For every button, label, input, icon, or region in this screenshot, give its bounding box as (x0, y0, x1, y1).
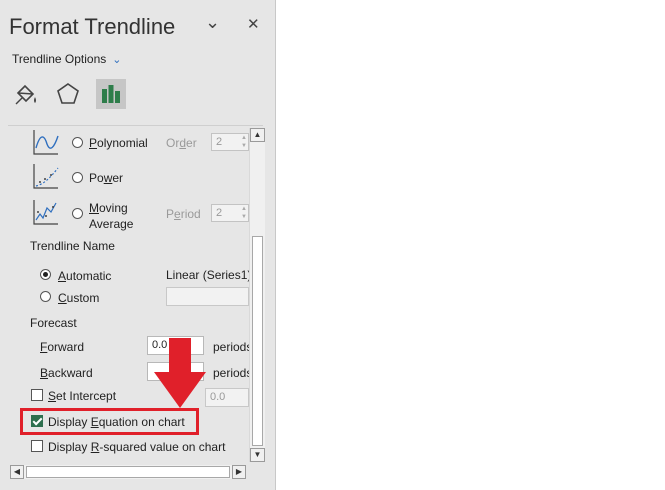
tab-trendline-options-selected[interactable] (96, 79, 126, 109)
radio-moving-average[interactable] (72, 208, 83, 219)
scroll-down-arrow[interactable]: ▼ (250, 448, 265, 462)
scroll-left-arrow[interactable]: ◀ (10, 465, 24, 479)
order-spinner[interactable]: 2 ▲ ▼ (211, 133, 249, 151)
automatic-name-value: Linear (Series1) (166, 268, 252, 282)
custom-label: Custom (58, 291, 100, 305)
backward-unit: periods (213, 366, 253, 380)
moving-average-label: Moving Average (89, 201, 134, 231)
intercept-input[interactable]: 0.0 (205, 388, 249, 407)
polynomial-label: Polynomial (89, 136, 148, 150)
forecast-heading: Forecast (30, 316, 77, 330)
moving-average-trend-icon (33, 200, 58, 225)
bar-chart-icon (102, 85, 120, 103)
period-spinner[interactable]: 2 ▲ ▼ (211, 204, 249, 222)
scroll-right-arrow[interactable]: ▶ (232, 465, 246, 479)
power-trend-icon (33, 164, 59, 189)
panel-title: Format Trendline (9, 14, 176, 39)
horizontal-scrollbar[interactable]: ◀ ▶ (10, 465, 246, 479)
chevron-down-icon: ⌄ (112, 54, 122, 66)
polynomial-trend-icon (33, 130, 59, 155)
automatic-label: Automatic (58, 269, 112, 283)
power-label: Power (89, 171, 124, 185)
display-r-squared-label: Display R-squared value on chart (48, 440, 226, 454)
set-intercept-checkbox[interactable] (31, 389, 43, 401)
set-intercept-label: Set Intercept (48, 389, 117, 403)
display-r-squared-checkbox[interactable] (31, 440, 43, 452)
trendline-options-label: Trendline Options (12, 52, 107, 66)
hscroll-thumb[interactable] (26, 466, 230, 478)
radio-power[interactable] (72, 172, 83, 183)
trendline-name-heading: Trendline Name (30, 239, 115, 253)
radio-polynomial[interactable] (72, 137, 83, 148)
radio-custom[interactable] (40, 291, 51, 302)
highlight-box (20, 408, 199, 435)
vertical-scrollbar[interactable]: ▲ ▼ (249, 128, 265, 462)
scroll-thumb[interactable] (252, 236, 263, 446)
backward-label: Backward (40, 366, 93, 380)
effects-pentagon-icon[interactable] (54, 80, 82, 108)
order-label: Order (166, 136, 197, 150)
forward-label: Forward (40, 340, 85, 354)
collapse-button[interactable]: ⌄ (205, 12, 220, 33)
format-trendline-panel: Format Trendline ⌄ ✕ Trendline Options ⌄ … (0, 0, 276, 490)
radio-automatic[interactable] (40, 269, 51, 280)
trendline-options-dropdown[interactable]: Trendline Options ⌄ (12, 52, 122, 66)
fill-line-icon[interactable] (12, 80, 40, 108)
period-label: Period (166, 207, 201, 221)
red-arrow-annotation (154, 338, 206, 408)
custom-name-input[interactable] (166, 287, 249, 306)
section-divider (8, 125, 263, 126)
close-button[interactable]: ✕ (247, 15, 260, 33)
scroll-up-arrow[interactable]: ▲ (250, 128, 265, 142)
forward-unit: periods (213, 340, 253, 354)
